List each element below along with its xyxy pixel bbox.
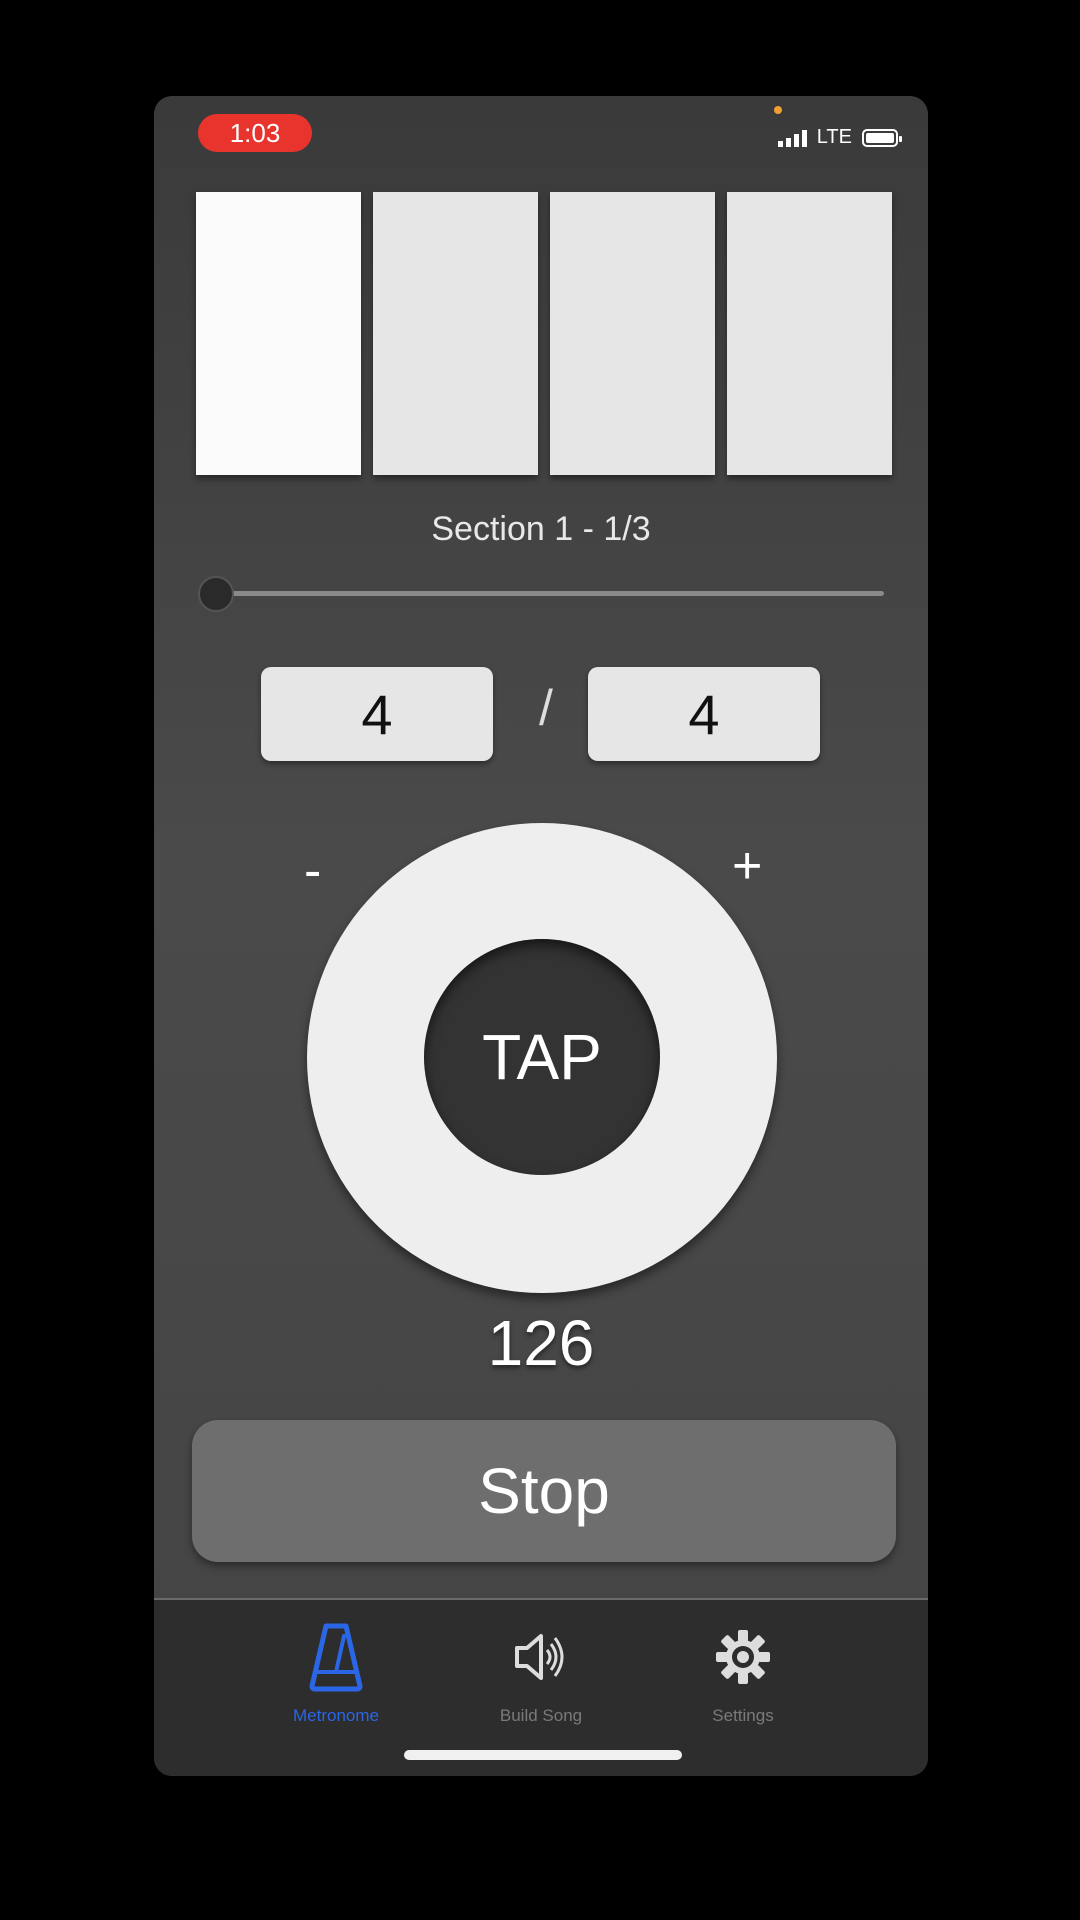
bpm-value: 126: [487, 1307, 595, 1379]
time-signature-separator: /: [539, 680, 553, 736]
status-time: 1:03: [229, 117, 281, 148]
tab-metronome[interactable]: Metronome: [236, 1622, 436, 1726]
beat-indicator-3: [550, 192, 715, 475]
tab-build-song-label: Build Song: [499, 1706, 583, 1725]
tab-settings[interactable]: Settings: [643, 1622, 843, 1726]
home-indicator[interactable]: [404, 1750, 682, 1760]
signal-icon: [777, 129, 807, 147]
beat-indicator-1: [196, 192, 361, 475]
section-label: Section 1 - 1/3: [431, 510, 651, 548]
tap-label: TAP: [482, 1021, 602, 1093]
tap-tempo-button[interactable]: TAP: [424, 939, 660, 1175]
tab-build-song[interactable]: Build Song: [441, 1622, 641, 1726]
battery-icon: [862, 128, 902, 147]
time-signature-numerator[interactable]: 4: [261, 667, 493, 761]
time-signature-denominator[interactable]: 4: [588, 667, 820, 761]
tempo-increase-button[interactable]: +: [732, 836, 762, 896]
stop-button[interactable]: Stop: [192, 1420, 896, 1562]
status-time-pill[interactable]: 1:03: [198, 114, 312, 152]
beat-indicator-4: [727, 192, 892, 475]
tab-settings-label: Settings: [712, 1706, 774, 1725]
network-type: LTE: [816, 126, 852, 148]
slider-thumb[interactable]: [198, 576, 234, 612]
status-indicators: LTE: [777, 126, 902, 149]
beat-indicator-2: [373, 192, 538, 475]
phone-screen: 1:03 LTE Section 1 - 1/3 4 / 4 - + TAP 1…: [154, 96, 928, 1776]
tempo-decrease-button[interactable]: -: [304, 841, 321, 901]
stop-label: Stop: [478, 1455, 610, 1527]
gear-icon: [713, 1622, 773, 1692]
metronome-icon: [306, 1622, 366, 1692]
tab-metronome-label: Metronome: [293, 1706, 379, 1725]
privacy-indicator: [774, 106, 782, 114]
beat-indicators: [196, 192, 892, 475]
section-slider[interactable]: [198, 574, 894, 614]
speaker-icon: [511, 1622, 571, 1692]
slider-track[interactable]: [214, 591, 884, 596]
